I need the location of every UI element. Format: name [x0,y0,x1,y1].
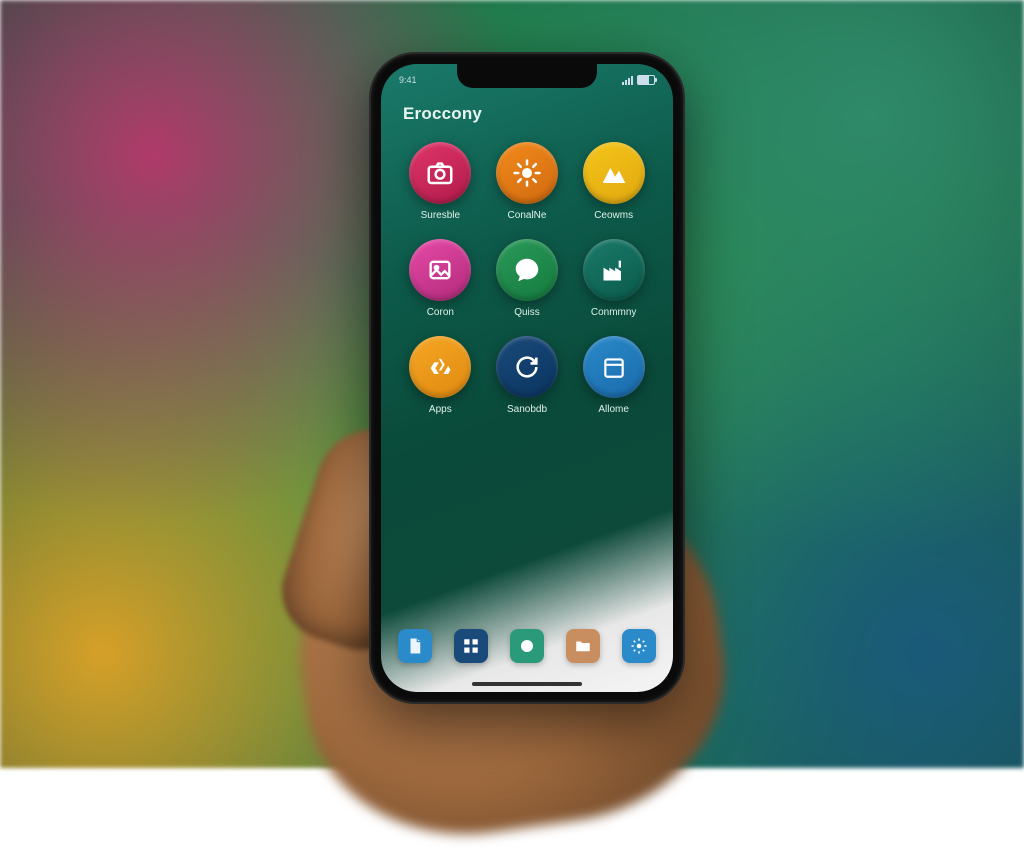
app-label: Coron [427,307,454,318]
status-time: 9:41 [399,75,417,85]
app-label: Conmmny [591,307,637,318]
mountain-icon [583,142,645,204]
dock-app[interactable] [510,629,544,663]
phone-frame: 9:41 Eroccony Suresble ConalNe [371,54,683,702]
dock-doc[interactable] [398,629,432,663]
app-conalne[interactable]: ConalNe [486,142,569,221]
app-label: Sanobdb [507,404,547,415]
calendar-icon [583,336,645,398]
app-apps[interactable]: Apps [399,336,482,415]
app-label: Ceowms [594,210,633,221]
app-label: Suresble [421,210,460,221]
notch [457,64,597,88]
app-label: ConalNe [508,210,547,221]
dock-folder[interactable] [566,629,600,663]
app-label: Allome [598,404,629,415]
page-title: Eroccony [403,104,482,124]
recycle-icon [409,336,471,398]
home-indicator[interactable] [472,682,582,686]
app-suresble[interactable]: Suresble [399,142,482,221]
app-quiss[interactable]: Quiss [486,239,569,318]
app-sanobdb[interactable]: Sanobdb [486,336,569,415]
app-coron[interactable]: Coron [399,239,482,318]
battery-icon [637,75,655,85]
dock-grid[interactable] [454,629,488,663]
chat-icon [496,239,558,301]
dock [381,618,673,674]
refresh-icon [496,336,558,398]
camera-icon [409,142,471,204]
photo-icon [409,239,471,301]
app-conmmny[interactable]: Conmmny [572,239,655,318]
sun-icon [496,142,558,204]
dock-settings[interactable] [622,629,656,663]
signal-icon [622,76,633,85]
app-label: Quiss [514,307,540,318]
app-allome[interactable]: Allome [572,336,655,415]
app-ceowms[interactable]: Ceowms [572,142,655,221]
phone-screen: 9:41 Eroccony Suresble ConalNe [381,64,673,692]
factory-icon [583,239,645,301]
app-grid: Suresble ConalNe Ceowms Coron [381,142,673,415]
app-label: Apps [429,404,452,415]
status-indicators [622,75,655,85]
